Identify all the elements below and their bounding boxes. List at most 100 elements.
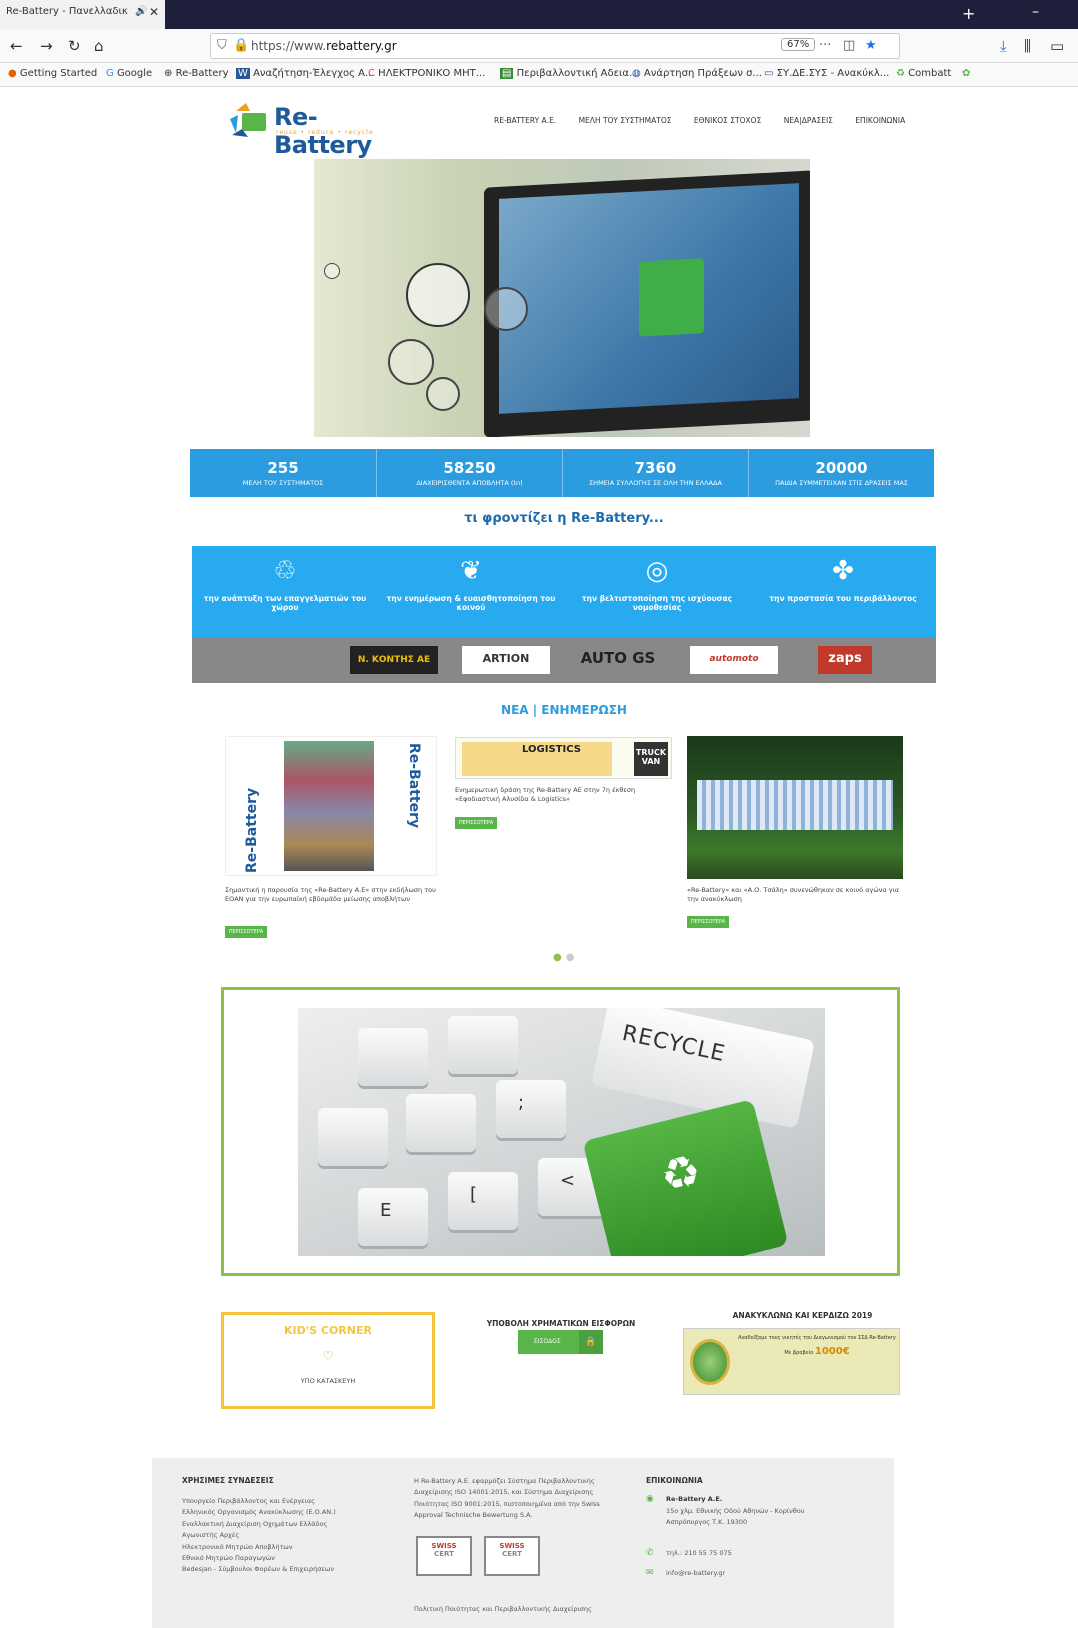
- carousel-dots[interactable]: ●●: [553, 952, 578, 963]
- forward-icon[interactable]: →: [40, 37, 53, 55]
- heart-icon: ♡: [322, 1349, 334, 1363]
- browser-tab[interactable]: Re-Battery - Πανελλαδικ 🔊 ✕: [0, 0, 165, 29]
- news-image-3[interactable]: [687, 736, 903, 879]
- partner-logo[interactable]: zaps: [818, 646, 872, 674]
- kids-corner-status: ΥΠΟ ΚΑΤΑΣΚΕΥΗ: [300, 1377, 356, 1385]
- sidebar-icon[interactable]: ▭: [1050, 37, 1064, 55]
- pocket-icon[interactable]: ◫: [843, 38, 855, 53]
- contest-banner[interactable]: Αναδείξαμε τους νικητές του Διαγωνισμού …: [683, 1328, 900, 1395]
- folder-icon: ▭: [764, 68, 774, 79]
- new-tab-icon[interactable]: +: [962, 4, 975, 23]
- login-button[interactable]: ΕΙΣΟΔΟΣ 🔒: [518, 1330, 603, 1354]
- word-icon: W: [236, 68, 250, 79]
- care-item[interactable]: ♲ την ανάπτυξη των επαγγελματιών του χώρο…: [192, 546, 378, 638]
- swiss-cert-logo: SWISS CERT: [484, 1536, 540, 1576]
- partner-logo[interactable]: AUTO GS: [574, 646, 662, 674]
- recycle-win-title: ΑΝΑΚΥΚΛΩΝΩ ΚΑΙ ΚΕΡΔΙΖΩ 2019: [732, 1311, 873, 1320]
- bookmark-star-icon[interactable]: ★: [865, 38, 877, 53]
- footer-link[interactable]: Ελληνικός Οργανισμός Ανακύκλωσης (Ε.Ο.ΑΝ…: [182, 1507, 382, 1518]
- banner-prize-label: Με βραβείο: [784, 1350, 814, 1356]
- bookmark-item[interactable]: ▭ ΣΥ.ΔΕ.ΣΥΣ - Ανακύκλ...: [764, 68, 889, 79]
- recycle-banner: ; E [ < RECYCLE ♻: [221, 987, 900, 1276]
- footer-link[interactable]: Υπουργείο Περιβάλλοντος και Ενέργειας: [182, 1496, 382, 1507]
- car-circle-icon: [484, 287, 528, 331]
- bookmarks-bar: ● Getting Started G Google ⊕ Re-Battery …: [0, 63, 1078, 87]
- extension-icon[interactable]: ✿: [962, 68, 970, 79]
- logo-icon: [230, 103, 266, 137]
- swiss-cert-logo: SWISS CERT: [416, 1536, 472, 1576]
- medal-icon: [690, 1339, 730, 1385]
- care-item[interactable]: ❦ την ενημέρωση & ευαισθητοποίηση του κοι…: [378, 546, 564, 638]
- cert-label: SWISS: [499, 1542, 525, 1550]
- lock-icon: 🔒: [579, 1330, 603, 1354]
- footer-link[interactable]: Εναλλακτική Διαχείριση Οχημάτων Ελλάδος: [182, 1519, 382, 1530]
- read-more-button[interactable]: ΠΕΡΙΣΣΟΤΕΡΑ: [455, 817, 497, 829]
- bookmark-item[interactable]: G Google: [106, 68, 152, 79]
- lock-icon[interactable]: 🔒: [233, 38, 249, 53]
- bookmark-item[interactable]: ⊕ Re-Battery: [164, 68, 229, 79]
- partner-logo[interactable]: ARTION: [462, 646, 550, 674]
- login-button-label: ΕΙΣΟΔΟΣ: [534, 1338, 561, 1345]
- footer-company: Re-Battery A.E.: [666, 1495, 723, 1503]
- library-icon[interactable]: ⫼: [1024, 37, 1031, 55]
- site-logo[interactable]: Re-Battery reuse • reduce • recycle: [228, 101, 398, 159]
- download-icon[interactable]: ⤓: [1000, 37, 1007, 55]
- home-icon[interactable]: ⌂: [94, 37, 104, 55]
- zoom-level[interactable]: 67%: [781, 38, 816, 51]
- battery-care-icon: ♲: [273, 556, 297, 586]
- care-item[interactable]: ◎ την βελτιστοποίηση της ισχύουσας νομοθε…: [564, 546, 750, 638]
- stat-waste: 58250 ΔΙΑΧΕΙΡΙΣΘΕΝΤΑ ΑΠΟΒΛΗΤΑ (tn): [376, 449, 562, 497]
- nav-item-news[interactable]: ΝΕΑ|ΔΡΑΣΕΙΣ: [784, 116, 833, 125]
- footer: ΧΡΗΣΙΜΕΣ ΣΥΝΔΕΣΕΙΣ Υπουργείο Περιβάλλοντ…: [152, 1458, 894, 1628]
- bookmark-item[interactable]: W Αναζήτηση-Έλεγχος Α...: [236, 68, 375, 79]
- bookmark-item[interactable]: ● Getting Started: [8, 68, 97, 79]
- speaker-icon[interactable]: 🔊: [135, 6, 147, 17]
- photo-collage: [284, 741, 374, 871]
- nav-item-target[interactable]: ΕΘΝΙΚΟΣ ΣΤΟΧΟΣ: [694, 116, 761, 125]
- bookmark-item[interactable]: ▤ Περιβαλλοντική Αδεια...: [500, 68, 639, 79]
- footer-phone: τηλ.: 210 55 75 075: [666, 1549, 732, 1557]
- news-image-1-side-text: Re-Battery: [244, 787, 260, 873]
- care-section: ♲ την ανάπτυξη των επαγγελματιών του χώρο…: [192, 546, 936, 638]
- reload-icon[interactable]: ↻: [68, 37, 81, 55]
- recycle-key-icon: ♻: [582, 1099, 789, 1256]
- news-title: ΝΕΑ | ΕΝΗΜΕΡΩΣΗ: [501, 703, 627, 717]
- footer-link[interactable]: Εθνικό Μητρώο Παραγωγών: [182, 1553, 382, 1564]
- footer-email[interactable]: info@re-battery.gr: [666, 1568, 846, 1579]
- nav-item-company[interactable]: RE-BATTERY Α.Ε.: [494, 116, 556, 125]
- address-bar[interactable]: ⛉ 🔒 https://www.rebattery.gr 67% ··· ◫ ★: [210, 33, 900, 59]
- partner-logo[interactable]: [242, 646, 312, 674]
- partner-logo[interactable]: automoto: [690, 646, 778, 674]
- partner-logo[interactable]: Ν. ΚΟΝΤΗΣ ΑΕ: [350, 646, 438, 674]
- url-protocol: https://www.: [251, 39, 327, 53]
- footer-link[interactable]: Αγωνιστής Αρχές: [182, 1530, 382, 1541]
- footer-link[interactable]: Bedesjan - Σύμβουλοι Φορέων & Επιχειρήσε…: [182, 1564, 382, 1575]
- bookmark-item[interactable]: C ΗΛΕΚΤΡΟΝΙΚΟ ΜΗΤ...: [368, 68, 485, 79]
- nav-item-contact[interactable]: ΕΠΙΚΟΙΝΩΝΙΑ: [855, 116, 905, 125]
- nav-item-members[interactable]: ΜΕΛΗ ΤΟΥ ΣΥΣΤΗΜΑΤΟΣ: [579, 116, 672, 125]
- banner-line: Αναδείξαμε τους νικητές του Διαγωνισμού …: [738, 1335, 896, 1341]
- footer-policy-link[interactable]: Πολιτική Ποιότητας και Περιβαλλοντικής Δ…: [414, 1604, 634, 1615]
- footer-link[interactable]: Ηλεκτρονικό Μητρώο Αποβλήτων: [182, 1542, 382, 1553]
- read-more-button[interactable]: ΠΕΡΙΣΣΟΤΕΡΑ: [225, 926, 267, 938]
- back-icon[interactable]: ←: [10, 37, 23, 55]
- monitor-screen: [499, 183, 799, 414]
- email-icon: ✉: [646, 1568, 654, 1578]
- key: [358, 1028, 428, 1086]
- care-item[interactable]: ✤ την προστασία του περιβάλλοντος: [750, 546, 936, 638]
- news-image-1[interactable]: Re-Battery Re-Battery: [225, 736, 437, 876]
- news-image-2[interactable]: LOGISTICS TRUCK VAN: [455, 737, 672, 779]
- minimize-icon[interactable]: –: [1032, 4, 1039, 20]
- globe-icon: ⊕: [164, 68, 173, 79]
- bookmark-item[interactable]: ◍ Ανάρτηση Πράξεων σ...: [632, 68, 762, 79]
- key: E: [358, 1188, 428, 1246]
- read-more-button[interactable]: ΠΕΡΙΣΣΟΤΕΡΑ: [687, 916, 729, 928]
- bookmark-item[interactable]: ♻ Combatt: [896, 68, 951, 79]
- more-icon[interactable]: ···: [819, 38, 831, 53]
- kids-corner-box[interactable]: KID'S CORNER ♡ ΥΠΟ ΚΑΤΑΣΚΕΥΗ: [221, 1312, 435, 1409]
- close-tab-icon[interactable]: ✕: [149, 5, 159, 19]
- shield-icon[interactable]: ⛉: [217, 38, 227, 53]
- contributions-section: ΥΠΟΒΟΛΗ ΧΡΗΜΑΤΙΚΩΝ ΕΙΣΦΟΡΩΝ: [471, 1311, 651, 1330]
- globe-hand-icon: ◎: [645, 556, 669, 586]
- logo-tagline: reuse • reduce • recycle: [276, 129, 374, 136]
